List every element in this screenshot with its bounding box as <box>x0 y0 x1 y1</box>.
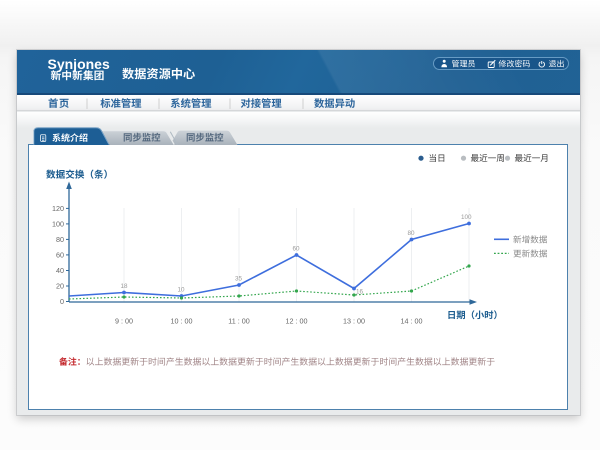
svg-text:16: 16 <box>356 289 364 296</box>
svg-text:13 : 00: 13 : 00 <box>343 317 365 326</box>
svg-text:120: 120 <box>52 204 64 213</box>
svg-text:35: 35 <box>235 276 243 283</box>
svg-text:Synjones: Synjones <box>48 56 110 72</box>
svg-text:100: 100 <box>461 214 472 221</box>
svg-text:10: 10 <box>178 287 186 294</box>
svg-text:20: 20 <box>56 282 64 291</box>
svg-text:12 : 00: 12 : 00 <box>286 317 308 326</box>
svg-text:60: 60 <box>56 250 64 259</box>
svg-text:80: 80 <box>408 230 416 237</box>
svg-text:40: 40 <box>56 266 64 275</box>
svg-text:11 : 00: 11 : 00 <box>228 317 249 326</box>
svg-text:0: 0 <box>60 297 64 306</box>
svg-text:80: 80 <box>56 235 64 244</box>
svg-text:14 : 00: 14 : 00 <box>401 317 423 326</box>
svg-text:18: 18 <box>121 283 129 290</box>
svg-text:10 : 00: 10 : 00 <box>171 317 193 326</box>
svg-text:60: 60 <box>293 246 301 253</box>
svg-text:9 : 00: 9 : 00 <box>115 317 133 326</box>
svg-text:100: 100 <box>52 219 64 228</box>
